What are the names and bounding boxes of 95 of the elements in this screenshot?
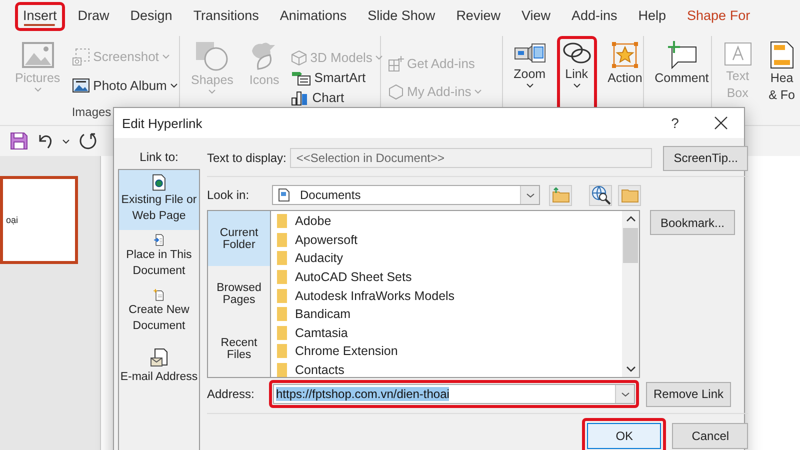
ribbon-tab[interactable]: Review [448,2,508,30]
action-button[interactable]: Action [602,36,648,119]
globe-search-icon [590,185,610,205]
folder-name[interactable]: Apowersoft [295,232,358,247]
cube-icon [291,50,308,66]
link-type-item[interactable]: Existing File or Web Page [119,170,199,230]
new-comment-icon [666,41,698,69]
caret-icon [572,83,581,88]
look-in-dropdown[interactable]: Documents [272,185,540,205]
ribbon-tab[interactable]: Add-ins [563,2,626,30]
smartart-button[interactable]: SmartArt [290,68,384,86]
scroll-up-icon [626,216,636,222]
slide-zoom-icon [514,41,546,65]
caret-icon [375,55,384,60]
folder-up-icon [552,187,570,203]
hexagon-icon [388,84,404,100]
folder-icon [277,363,287,378]
folder-name[interactable]: Bandicam [295,307,351,322]
dialog-title: Edit Hyperlink [122,116,204,130]
source-tab[interactable]: Recent Files [208,321,270,376]
caret-icon [526,192,534,198]
scroll-down-icon [626,366,636,372]
web-file-icon [150,174,168,191]
envelope-document-icon [150,348,168,368]
ribbon-tab[interactable]: Shape For [679,2,758,30]
folder-name[interactable]: Camtasia [295,326,348,340]
folder-name[interactable]: AutoCAD Sheet Sets [295,270,412,284]
scroll-thumb[interactable] [623,228,638,263]
ribbon-tab[interactable]: Help [630,2,674,30]
text-to-display-label: Text to display: [207,151,286,165]
folder-name[interactable]: Chrome Extension [295,344,398,358]
folder-icon [277,344,287,358]
up-folder-button[interactable] [549,184,572,206]
page-icon [768,41,795,69]
address-field[interactable]: https://fptshop.com.vn/dien-thoai [273,384,635,404]
screenshot-icon [72,48,90,66]
folder-name[interactable]: Adobe [295,214,332,228]
ribbon-tab[interactable]: Transitions [185,2,267,30]
link-type-item[interactable]: Place in This Document [119,230,199,285]
ribbon-tab[interactable]: Design [122,2,180,30]
bar-chart-icon [291,90,310,106]
ok-button[interactable]: OK [587,423,662,449]
photo-icon [72,78,90,94]
folder-icon [277,307,287,322]
folder-icon [620,187,638,203]
folder-icon [277,214,287,228]
folder-icon [277,288,287,303]
link-to-label: Link to: [140,150,178,164]
remove-link-button[interactable]: Remove Link [646,382,731,406]
slide-thumbnail[interactable]: oại [0,176,78,264]
caret-icon [620,392,630,396]
ribbon-tab[interactable]: Insert [15,2,65,30]
ribbon-tab[interactable]: Animations [272,2,355,30]
ribbon-tab[interactable]: View [513,2,558,30]
close-icon [714,116,728,130]
folder-name[interactable]: Audacity [295,251,343,266]
picture-icon [22,41,54,69]
folder-name[interactable]: Autodesk InfraWorks Models [295,288,455,303]
screentip-button[interactable]: ScreenTip... [663,146,748,170]
document-icon [278,188,290,202]
folder-icon [277,251,287,266]
link-type-item[interactable]: E-mail Address [119,340,199,391]
folder-icon [277,232,287,247]
caret-icon [208,89,216,94]
shapes-icon [195,41,230,71]
source-tab[interactable]: Browsed Pages [208,266,270,321]
save-icon[interactable] [10,132,28,150]
folder-icon [277,270,287,284]
address-label: Address: [207,387,256,401]
caret-icon[interactable] [62,138,70,144]
link-type-item[interactable]: Create New Document [119,285,199,340]
look-in-label: Look in: [207,188,250,202]
caret-icon [162,54,170,59]
caret-icon [474,89,482,94]
add-grid-icon [388,56,404,72]
smartart-icon [291,70,312,86]
group-label: Images [72,105,112,119]
folder-name[interactable]: Contacts [295,363,344,378]
browse-web-button[interactable] [589,184,612,206]
photo-album-button[interactable]: Photo Album [71,76,179,94]
ribbon-tab[interactable]: Draw [70,2,118,30]
scrollbar[interactable] [622,211,639,377]
link-icon [562,41,592,65]
header-footer-button[interactable]: Hea & Fo [764,36,800,119]
caret-icon [170,83,178,88]
cancel-button[interactable]: Cancel [672,423,748,449]
bookmark-button[interactable]: Bookmark... [650,210,735,235]
redo-icon[interactable] [78,131,98,151]
caret-icon [34,87,42,92]
chart-button[interactable]: Chart [290,88,384,106]
folder-icon [277,326,287,340]
source-tab[interactable]: Current Folder [208,211,270,266]
ribbon-tab[interactable]: Slide Show [360,2,444,30]
text-box-icon [722,41,753,67]
caret-icon [526,83,534,88]
